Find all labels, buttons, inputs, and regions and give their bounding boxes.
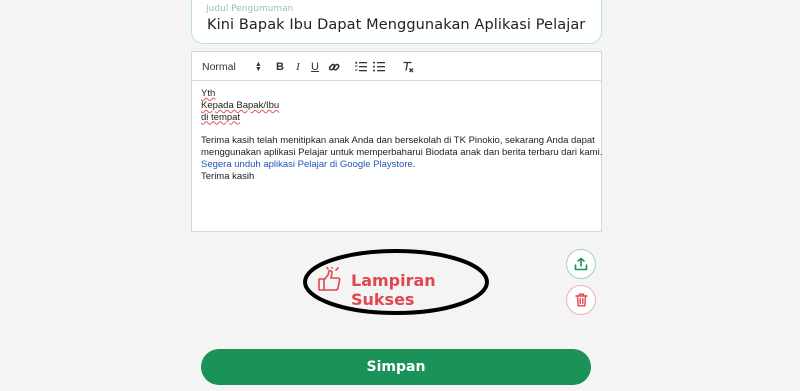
- format-select-value: Normal: [202, 60, 236, 73]
- clear-format-icon[interactable]: [401, 52, 415, 81]
- thumbs-up-icon: [317, 265, 343, 298]
- attachment-status-text: Lampiran Sukses: [351, 271, 436, 309]
- share-button[interactable]: [566, 249, 596, 279]
- attachment-status: Lampiran Sukses: [302, 248, 490, 316]
- bold-button[interactable]: B: [274, 52, 286, 81]
- save-button[interactable]: Simpan: [201, 349, 591, 385]
- greeting-line: Yth: [201, 88, 216, 99]
- italic-button[interactable]: I: [292, 52, 304, 81]
- paragraph-line: Terima kasih telah menitipkan anak Anda …: [201, 135, 595, 147]
- recipient-line: Kepada Bapak/Ibu: [201, 99, 280, 111]
- location-line: di tempat: [201, 111, 241, 123]
- underline-button[interactable]: U: [309, 52, 321, 81]
- download-line: Segera unduh aplikasi Pelajar di Google …: [201, 158, 416, 170]
- trash-icon: [574, 293, 588, 307]
- editor-content[interactable]: Yth Kepada Bapak/Ibu di tempat Terima ka…: [192, 81, 603, 190]
- rich-text-editor[interactable]: Normal ▲ ▼ B I U Yth Kepada Bapak/Ibu di…: [191, 51, 602, 232]
- select-arrows-icon: ▲ ▼: [254, 60, 262, 73]
- format-select[interactable]: Normal ▲ ▼: [202, 52, 262, 81]
- share-icon: [574, 257, 588, 271]
- title-field-input[interactable]: Kini Bapak Ibu Dapat Menggunakan Aplikas…: [207, 17, 585, 33]
- ordered-list-icon[interactable]: [354, 52, 368, 81]
- delete-button[interactable]: [566, 285, 596, 315]
- paragraph-line: menggunakan aplikasi Pelajar untuk mempe…: [201, 147, 603, 159]
- title-field-label: Judul Pengumuman: [206, 4, 294, 14]
- playstore-link[interactable]: Segera unduh aplikasi Pelajar di Google …: [201, 159, 413, 170]
- title-field[interactable]: Judul Pengumuman Kini Bapak Ibu Dapat Me…: [191, 0, 602, 44]
- link-icon[interactable]: [327, 52, 341, 81]
- closing-line: Terima kasih: [201, 170, 255, 182]
- editor-toolbar: Normal ▲ ▼ B I U: [192, 52, 601, 81]
- bullet-list-icon[interactable]: [372, 52, 386, 81]
